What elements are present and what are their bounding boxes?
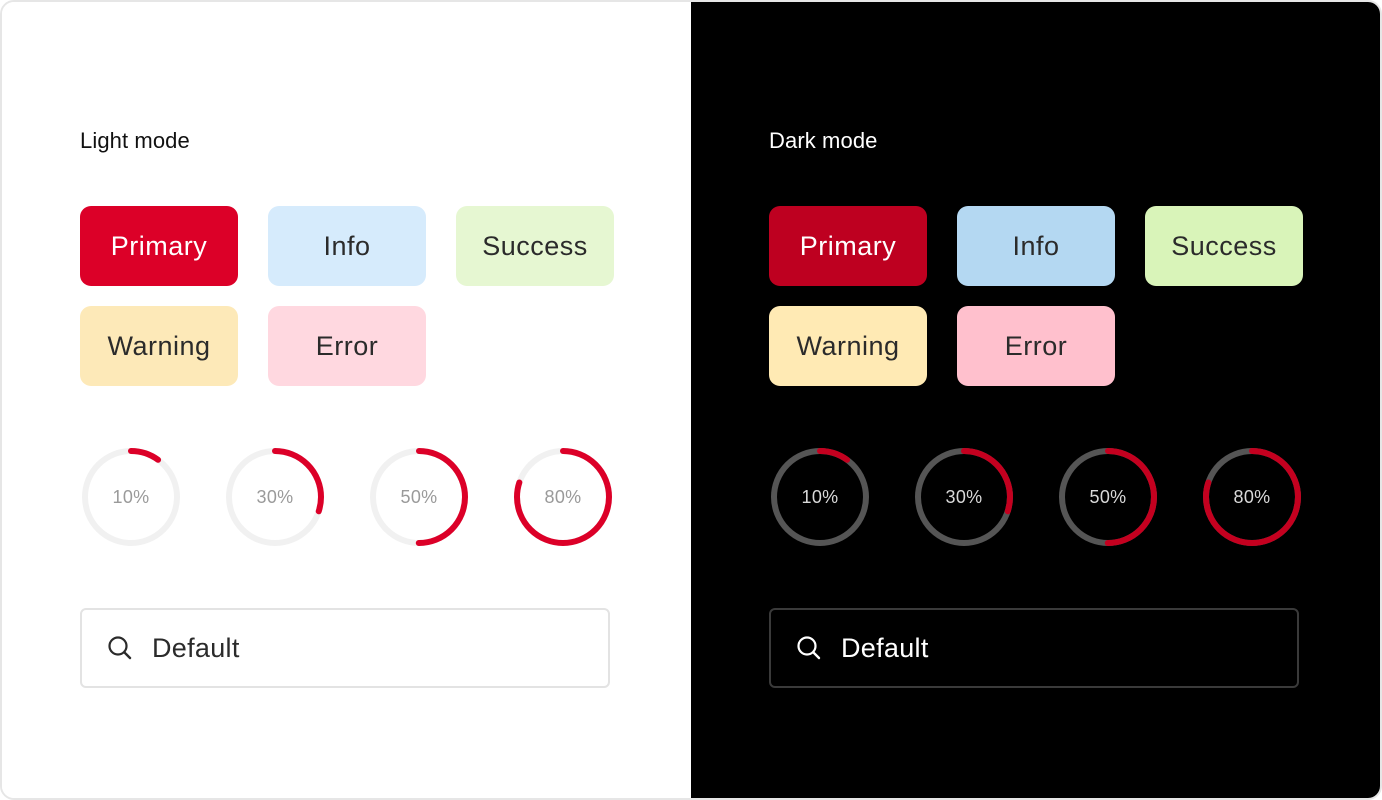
info-button[interactable]: Info [268, 206, 426, 286]
error-button[interactable]: Error [957, 306, 1115, 386]
panel-title: Dark mode [769, 128, 878, 153]
search-value: Default [152, 632, 240, 663]
progress-label: 50% [400, 486, 438, 507]
progress-label: 80% [1233, 486, 1271, 507]
primary-button[interactable]: Primary [769, 206, 927, 286]
search-value: Default [841, 632, 929, 663]
warning-button[interactable]: Warning [80, 306, 238, 386]
info-button[interactable]: Info [957, 206, 1115, 286]
progress-label: 30% [256, 486, 294, 507]
progress-ring: 10% [769, 446, 871, 548]
progress-ring: 30% [913, 446, 1015, 548]
warning-button[interactable]: Warning [769, 306, 927, 386]
progress-ring: 10% [80, 446, 182, 548]
panel-title: Light mode [80, 128, 190, 153]
showcase-frame: Light mode Primary Info Success Warning … [0, 0, 1382, 800]
success-button[interactable]: Success [456, 206, 614, 286]
progress-label: 10% [801, 486, 839, 507]
progress-label: 80% [544, 486, 582, 507]
search-icon [106, 634, 134, 662]
dark-mode-panel: Dark mode Primary Info Success Warning E… [691, 2, 1380, 798]
progress-ring: 50% [368, 446, 470, 548]
progress-label: 50% [1089, 486, 1127, 507]
primary-button[interactable]: Primary [80, 206, 238, 286]
search-input[interactable]: Default [80, 608, 610, 688]
progress-label: 10% [112, 486, 150, 507]
light-mode-panel: Light mode Primary Info Success Warning … [2, 2, 691, 798]
progress-ring: 30% [224, 446, 326, 548]
success-button[interactable]: Success [1145, 206, 1303, 286]
progress-ring: 50% [1057, 446, 1159, 548]
progress-ring: 80% [512, 446, 614, 548]
error-button[interactable]: Error [268, 306, 426, 386]
progress-ring: 80% [1201, 446, 1303, 548]
search-icon [795, 634, 823, 662]
progress-label: 30% [945, 486, 983, 507]
search-input[interactable]: Default [769, 608, 1299, 688]
